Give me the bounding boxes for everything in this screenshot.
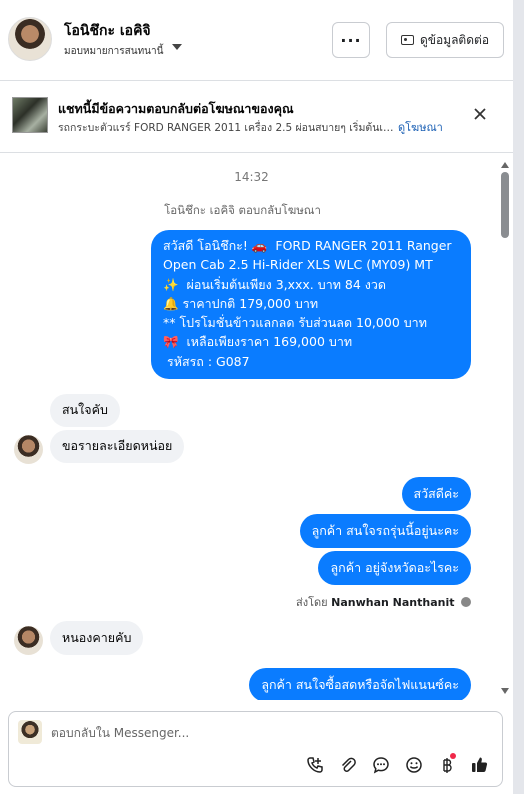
message-thread: 14:32 โอนิชึกะ เอคิจิ ตอบกลับโฆษณา สวัสด… <box>0 153 513 700</box>
chat-scrollbar[interactable] <box>500 160 510 695</box>
view-ad-link[interactable]: ดูโฆษณา <box>398 118 443 136</box>
view-contact-label: ดูข้อมูลติดต่อ <box>419 32 490 47</box>
attach-icon[interactable] <box>337 754 358 775</box>
composer-toolbar <box>304 753 490 775</box>
message-timestamp: 14:32 <box>234 170 269 184</box>
window-edge <box>513 0 524 794</box>
info-icon[interactable] <box>461 597 471 607</box>
sent-by-prefix: ส่งโดย <box>296 596 328 609</box>
sent-by-note: ส่งโดย Nanwhan Nanthanit <box>296 593 471 611</box>
outgoing-message[interactable]: ลูกค้า สนใจรถรุ่นนี้อยู่นะคะ <box>299 514 471 548</box>
ad-reply-banner: แชทนี้มีข้อความตอบกลับต่อโฆษณาของคุณ รถก… <box>0 81 513 153</box>
ad-thumbnail <box>12 97 48 133</box>
saved-reply-icon[interactable] <box>370 754 391 775</box>
scroll-down-arrow-icon[interactable] <box>501 688 509 694</box>
call-icon[interactable] <box>304 754 325 775</box>
assign-dropdown-caret-icon[interactable] <box>172 44 182 50</box>
contact-name[interactable]: โอนิชึกะ เอคิจิ <box>64 20 151 42</box>
close-icon[interactable] <box>470 104 490 124</box>
ad-greeting-message[interactable]: สวัสดี โอนิชึกะ! 🚗 FORD RANGER 2011 Rang… <box>151 230 471 379</box>
customer-avatar <box>14 626 43 655</box>
incoming-message[interactable]: หนองคายคับ <box>50 621 144 655</box>
contact-card-icon <box>400 35 414 45</box>
ad-banner-title: แชทนี้มีข้อความตอบกลับต่อโฆษณาของคุณ <box>58 101 294 116</box>
scrollbar-thumb[interactable] <box>501 172 509 238</box>
assign-conversation-label[interactable]: มอบหมายการสนทนานี้ <box>64 44 163 59</box>
more-options-button[interactable]: ··· <box>332 22 370 58</box>
incoming-message[interactable]: สนใจคับ <box>50 394 120 427</box>
replied-to-ad-note: โอนิชึกะ เอคิจิ ตอบกลับโฆษณา <box>164 203 321 217</box>
sent-by-name: Nanwhan Nanthanit <box>331 596 455 609</box>
outgoing-message[interactable]: สวัสดีค่ะ <box>401 477 471 511</box>
incoming-message[interactable]: ขอรายละเอียดหน่อย <box>50 430 185 463</box>
contact-avatar[interactable] <box>8 17 52 61</box>
reply-composer <box>8 711 503 787</box>
baht-icon[interactable] <box>436 753 457 775</box>
view-contact-button[interactable]: ดูข้อมูลติดต่อ <box>386 22 504 58</box>
emoji-icon[interactable] <box>403 754 424 775</box>
outgoing-message[interactable]: ลูกค้า อยู่จังหวัดอะไรคะ <box>318 551 471 585</box>
page-avatar <box>18 720 42 744</box>
notification-dot <box>450 753 456 759</box>
outgoing-message[interactable]: ลูกค้า สนใจซื้อสดหรือจัดไฟแนนซ์คะ <box>249 668 471 700</box>
scroll-up-arrow-icon[interactable] <box>501 162 509 168</box>
conversation-header: โอนิชึกะ เอคิจิ มอบหมายการสนทนานี้ ··· ด… <box>0 0 513 81</box>
message-input[interactable] <box>51 722 481 744</box>
like-icon[interactable] <box>469 754 490 775</box>
ad-banner-description: รถกระบะตัวแรร์ FORD RANGER 2011 เครื่อง … <box>58 122 394 134</box>
customer-avatar <box>14 435 43 464</box>
